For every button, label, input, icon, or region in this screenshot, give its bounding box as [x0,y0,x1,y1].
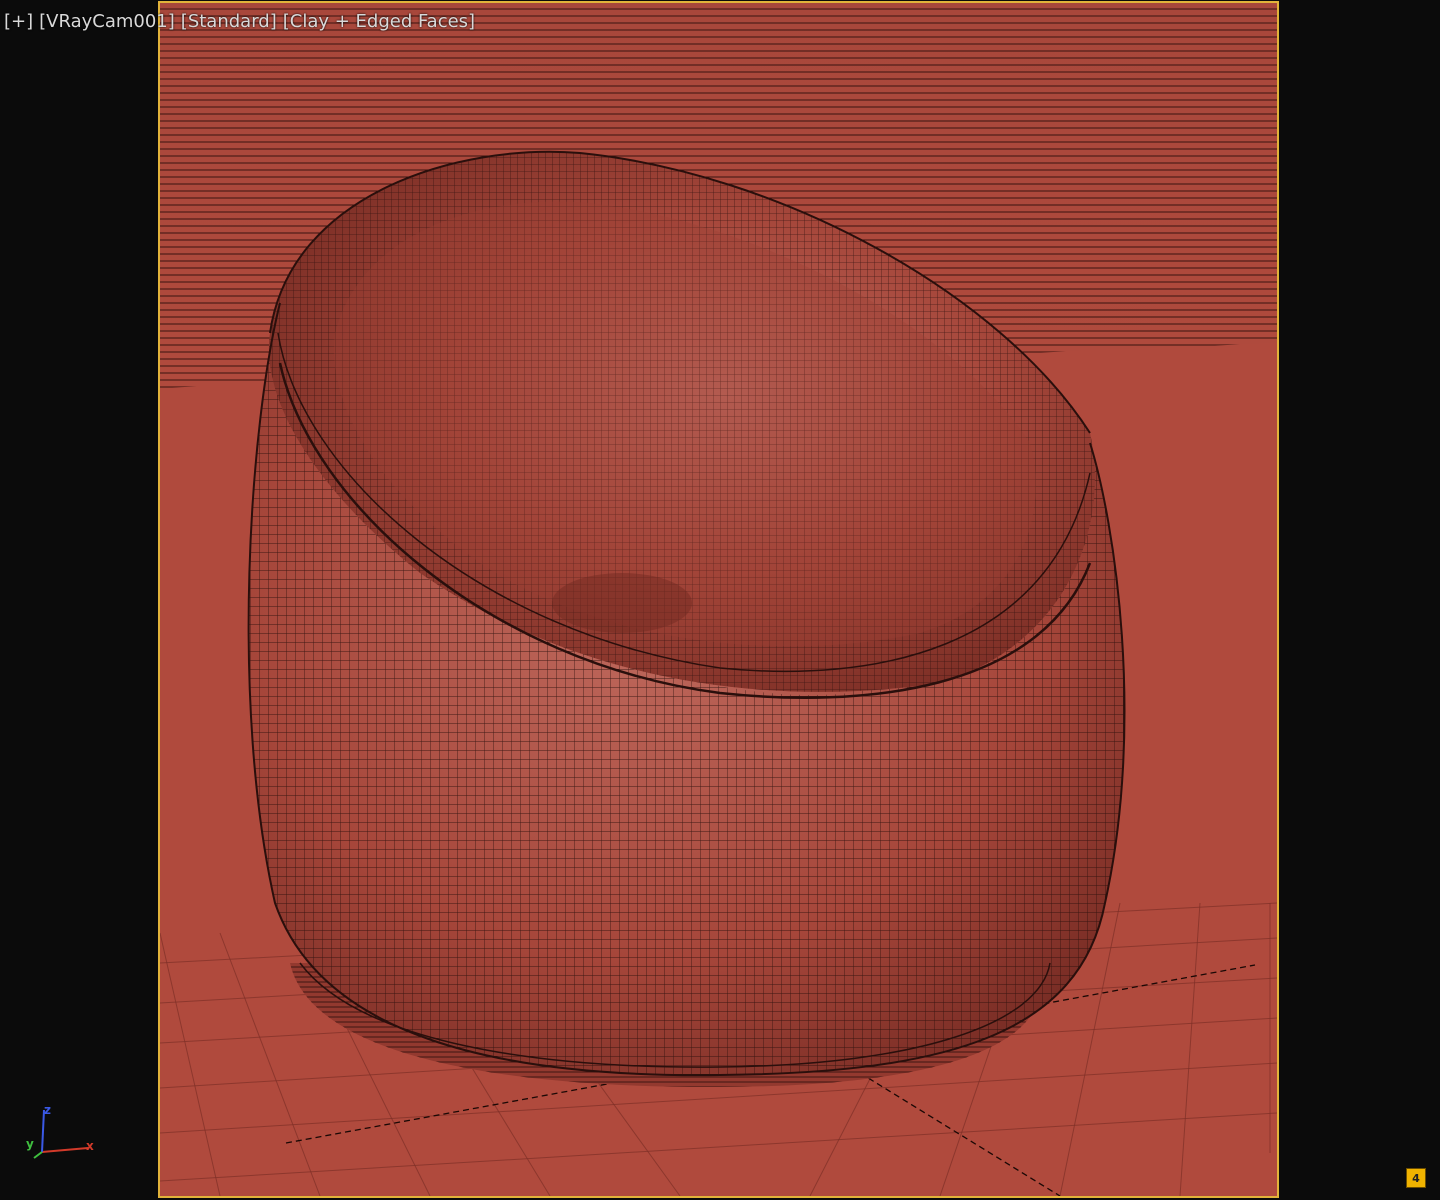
view-mode-selector[interactable]: [Standard] [181,10,277,34]
corner-badge-text: 4 [1412,1171,1420,1185]
scene-render [160,3,1277,1196]
camera-selector[interactable]: [VRayCam001] [39,10,175,34]
axis-tripod-icon: x z y [22,1098,102,1162]
viewport[interactable]: [+] [VRayCam001] [Standard] [Clay + Edge… [0,0,1440,1200]
axis-y-label: y [26,1137,34,1151]
viewport-menu-button[interactable]: [+] [4,10,33,34]
shading-mode-selector[interactable]: [Clay + Edged Faces] [283,10,475,34]
viewport-label[interactable]: [+] [VRayCam001] [Standard] [Clay + Edge… [4,10,475,34]
axis-x-label: x [86,1139,94,1153]
maximize-viewport-icon[interactable]: 4 [1406,1168,1426,1188]
safe-frame[interactable] [158,1,1279,1198]
axis-z-label: z [44,1103,51,1117]
